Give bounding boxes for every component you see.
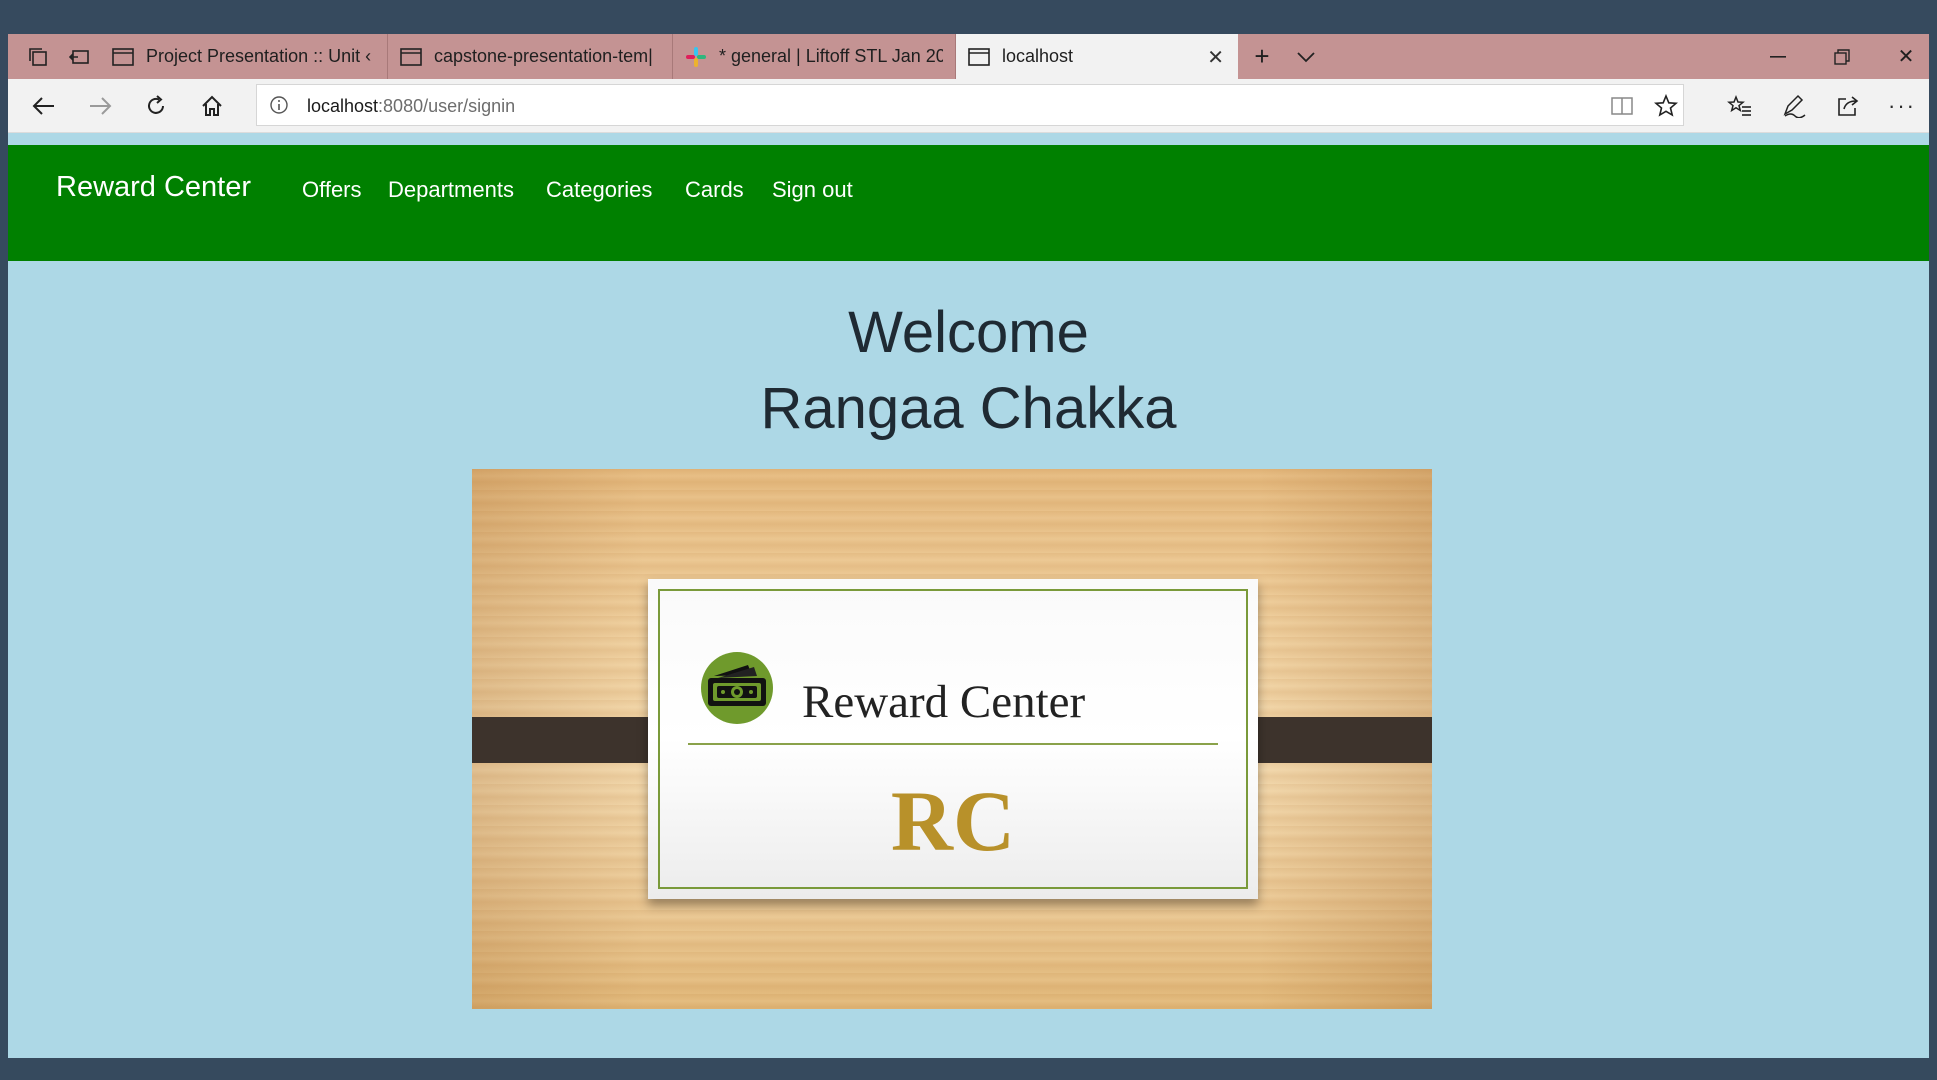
tab-localhost[interactable]: localhost ✕ (956, 34, 1238, 79)
site-navbar: Reward Center Offers Departments Categor… (8, 145, 1929, 261)
tab-label: capstone-presentation-tem| (434, 46, 653, 66)
new-tab-icon[interactable]: + (1240, 34, 1284, 79)
banner-monogram: RC (890, 773, 1016, 869)
banner-strap-right (1238, 717, 1432, 763)
page-icon (400, 46, 422, 68)
web-note-pen-icon[interactable] (1766, 79, 1822, 132)
share-icon[interactable] (1820, 79, 1876, 132)
address-bar[interactable]: localhost:8080/user/signin (256, 84, 1684, 126)
nav-sign-out[interactable]: Sign out (772, 177, 853, 203)
banner-strap-left (472, 717, 668, 763)
banner-divider (688, 743, 1218, 745)
nav-departments[interactable]: Departments (388, 177, 514, 203)
nav-offers[interactable]: Offers (302, 177, 362, 203)
favorites-hub-icon[interactable] (1712, 79, 1768, 132)
brand-link[interactable]: Reward Center (56, 171, 251, 204)
page-icon (968, 46, 990, 68)
home-icon[interactable] (184, 79, 240, 132)
favorite-star-icon[interactable] (1653, 93, 1679, 119)
back-arrow-icon[interactable] (16, 79, 72, 132)
tab-preview-chevron-icon[interactable] (1284, 34, 1328, 79)
content-gap (8, 133, 1929, 145)
tab-strip: Project Presentation :: Unit ‹ capstone-… (8, 34, 1929, 79)
tab-label: localhost (1002, 46, 1074, 66)
banner-title: Reward Center (802, 676, 1086, 728)
url-text[interactable]: localhost:8080/user/signin (307, 96, 515, 117)
slack-icon (685, 46, 707, 68)
nav-categories[interactable]: Categories (546, 177, 652, 203)
tab-label: * general | Liftoff STL Jan 20 (719, 46, 943, 66)
tab-capstone-presentation[interactable]: capstone-presentation-tem| (388, 34, 673, 79)
close-tab-icon[interactable]: ✕ (1207, 45, 1224, 70)
forward-arrow-icon[interactable] (72, 79, 128, 132)
close-window-icon[interactable]: ✕ (1874, 34, 1929, 79)
site-info-icon[interactable] (269, 95, 289, 115)
url-host: localhost (307, 96, 379, 116)
refresh-icon[interactable] (128, 79, 184, 132)
browser-window: Project Presentation :: Unit ‹ capstone-… (8, 34, 1929, 1058)
user-name-heading: Rangaa Chakka (760, 376, 1177, 441)
browser-toolbar: localhost:8080/user/signin ··· (8, 79, 1929, 133)
tab-project-presentation[interactable]: Project Presentation :: Unit ‹ (100, 34, 388, 79)
set-tabs-aside-icon[interactable] (58, 34, 102, 79)
url-path: :8080/user/signin (378, 96, 516, 116)
reward-center-banner: Reward Center RC (472, 469, 1432, 1009)
tab-label: Project Presentation :: Unit ‹ (146, 46, 372, 66)
banner-card: Reward Center RC (648, 579, 1258, 899)
page-icon (112, 46, 134, 68)
more-options-icon[interactable]: ··· (1874, 79, 1929, 132)
restore-icon[interactable] (1810, 34, 1874, 79)
reading-view-icon[interactable] (1609, 93, 1635, 119)
money-logo-icon (701, 652, 773, 724)
welcome-heading: Welcome (848, 300, 1089, 365)
tab-slack-general[interactable]: * general | Liftoff STL Jan 20 (673, 34, 956, 79)
tab-groups-icon[interactable] (16, 34, 60, 79)
nav-cards[interactable]: Cards (685, 177, 744, 203)
minimize-icon[interactable] (1746, 34, 1810, 79)
